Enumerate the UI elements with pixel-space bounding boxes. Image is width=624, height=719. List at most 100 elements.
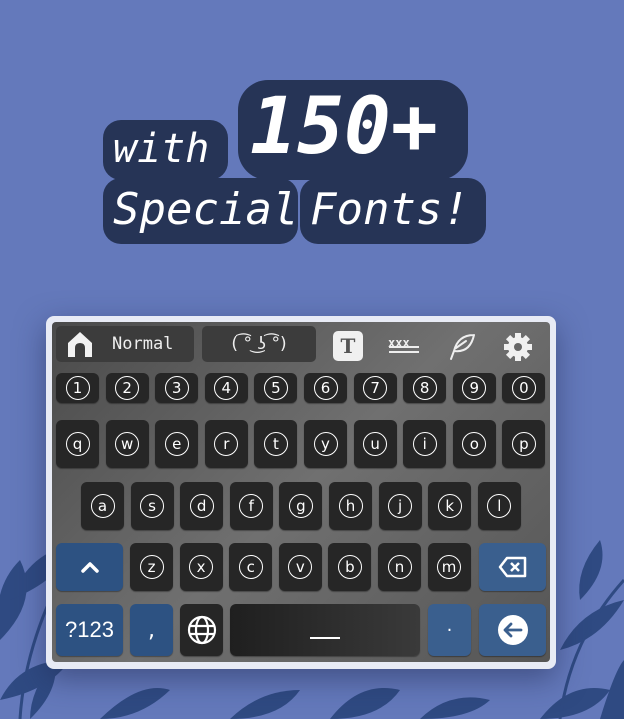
key-label: a xyxy=(90,494,115,518)
key-t[interactable]: t xyxy=(254,420,298,468)
key-d[interactable]: d xyxy=(180,482,224,530)
globe-icon xyxy=(187,615,216,645)
key-label: j xyxy=(388,494,413,518)
shift-key[interactable] xyxy=(56,543,123,591)
space-key[interactable] xyxy=(230,604,420,656)
key-label: f xyxy=(239,494,264,518)
key-m[interactable]: m xyxy=(427,543,471,591)
key-label: 9 xyxy=(462,376,487,400)
enter-icon xyxy=(497,615,528,645)
key-5[interactable]: 5 xyxy=(254,373,298,403)
key-x[interactable]: x xyxy=(179,543,223,591)
key-9[interactable]: 9 xyxy=(452,373,496,403)
key-k[interactable]: k xyxy=(428,482,472,530)
key-i[interactable]: i xyxy=(403,420,447,468)
globe-key[interactable] xyxy=(180,604,223,656)
strikethrough-text-icon[interactable]: xxx xyxy=(388,336,422,356)
key-label: v xyxy=(288,555,313,579)
feather-icon[interactable] xyxy=(446,331,478,363)
keyboard-toolbar: Normal ( ͡° ͜ʖ ͡°) T xxx xyxy=(52,322,550,366)
key-u[interactable]: u xyxy=(353,420,397,468)
key-label: k xyxy=(437,494,462,518)
key-o[interactable]: o xyxy=(452,420,496,468)
key-label: g xyxy=(288,494,313,518)
key-e[interactable]: e xyxy=(155,420,199,468)
comma-label: , xyxy=(148,617,155,643)
font-style-button[interactable]: T xyxy=(333,331,363,361)
headline-with: with xyxy=(113,126,210,172)
key-v[interactable]: v xyxy=(278,543,322,591)
key-label: 4 xyxy=(214,376,239,400)
key-label: 6 xyxy=(313,376,338,400)
key-label: n xyxy=(387,555,412,579)
keyboard-body: Normal ( ͡° ͜ʖ ͡°) T xxx 1 2 3 4 5 6 7 8… xyxy=(52,322,550,662)
keyboard-preview: Normal ( ͡° ͜ʖ ͡°) T xxx 1 2 3 4 5 6 7 8… xyxy=(46,316,556,669)
key-label: l xyxy=(487,494,512,518)
key-label: q xyxy=(65,432,90,456)
key-l[interactable]: l xyxy=(477,482,521,530)
key-label: c xyxy=(238,555,263,579)
key-8[interactable]: 8 xyxy=(403,373,447,403)
key-label: o xyxy=(462,432,487,456)
key-label: 0 xyxy=(511,376,536,400)
key-label: 2 xyxy=(115,376,140,400)
key-label: 7 xyxy=(363,376,388,400)
key-label: x xyxy=(189,555,214,579)
home-icon xyxy=(68,332,92,357)
key-j[interactable]: j xyxy=(378,482,422,530)
key-p[interactable]: p xyxy=(502,420,546,468)
key-7[interactable]: 7 xyxy=(353,373,397,403)
key-2[interactable]: 2 xyxy=(105,373,149,403)
period-label: · xyxy=(446,619,453,641)
key-1[interactable]: 1 xyxy=(56,373,99,403)
kaomoji-button[interactable]: ( ͡° ͜ʖ ͡°) xyxy=(202,326,316,362)
key-g[interactable]: g xyxy=(279,482,323,530)
text-icon: T xyxy=(340,334,356,358)
key-label: w xyxy=(115,432,140,456)
key-label: i xyxy=(412,432,437,456)
key-label: 5 xyxy=(263,376,288,400)
key-w[interactable]: w xyxy=(105,420,149,468)
key-label: e xyxy=(164,432,189,456)
gear-icon[interactable] xyxy=(502,331,534,363)
period-key[interactable]: · xyxy=(428,604,471,656)
key-label: r xyxy=(214,432,239,456)
key-label: t xyxy=(263,432,288,456)
key-f[interactable]: f xyxy=(229,482,273,530)
headline-count: 150+ xyxy=(250,82,438,172)
key-label: m xyxy=(437,555,462,579)
key-label: 8 xyxy=(412,376,437,400)
key-r[interactable]: r xyxy=(204,420,248,468)
backspace-key[interactable] xyxy=(479,543,546,591)
key-label: s xyxy=(140,494,165,518)
key-q[interactable]: q xyxy=(56,420,99,468)
symbols-label: ?123 xyxy=(65,617,114,642)
key-b[interactable]: b xyxy=(328,543,372,591)
key-y[interactable]: y xyxy=(304,420,347,468)
key-label: z xyxy=(139,555,164,579)
key-s[interactable]: s xyxy=(130,482,174,530)
comma-key[interactable]: , xyxy=(130,604,173,656)
key-6[interactable]: 6 xyxy=(304,373,347,403)
key-4[interactable]: 4 xyxy=(204,373,248,403)
key-label: u xyxy=(363,432,388,456)
key-0[interactable]: 0 xyxy=(502,373,546,403)
key-z[interactable]: z xyxy=(130,543,173,591)
key-label: y xyxy=(313,432,338,456)
key-h[interactable]: h xyxy=(329,482,372,530)
promo-headline: with 150+ Special Fonts! xyxy=(0,0,624,300)
backspace-icon xyxy=(498,556,526,578)
key-3[interactable]: 3 xyxy=(155,373,199,403)
symbols-key[interactable]: ?123 xyxy=(56,604,123,656)
key-label: b xyxy=(337,555,362,579)
key-label: p xyxy=(511,432,536,456)
key-c[interactable]: c xyxy=(229,543,273,591)
enter-key[interactable] xyxy=(479,604,546,656)
key-label: 1 xyxy=(65,376,90,400)
key-n[interactable]: n xyxy=(378,543,421,591)
key-a[interactable]: a xyxy=(81,482,124,530)
font-selector-button[interactable]: Normal xyxy=(56,326,194,362)
font-name-label: Normal xyxy=(112,334,174,354)
kaomoji-label: ( ͡° ͜ʖ ͡°) xyxy=(231,334,287,354)
key-label: d xyxy=(189,494,214,518)
